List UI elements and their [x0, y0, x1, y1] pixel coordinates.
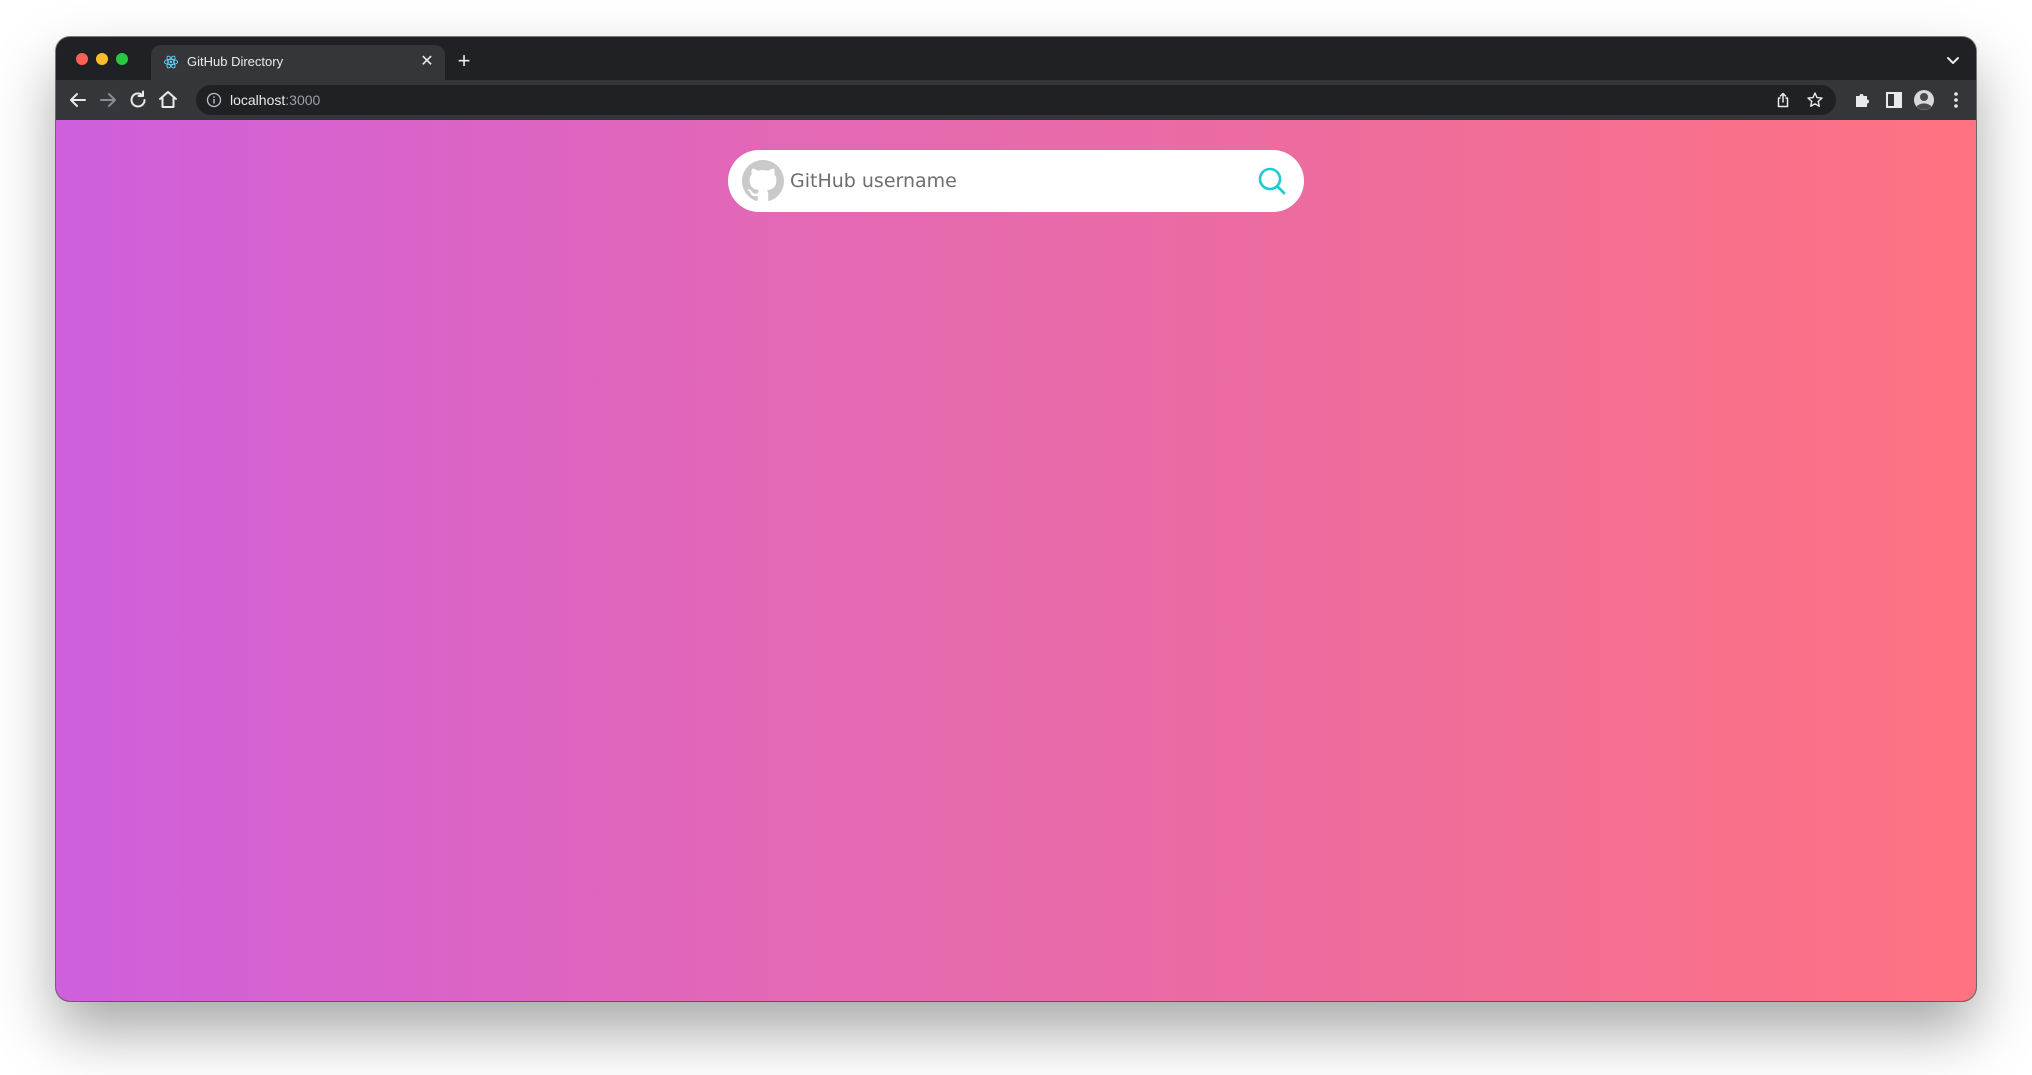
reload-icon[interactable] — [126, 88, 150, 112]
puzzle-icon[interactable] — [1850, 88, 1874, 112]
avatar-icon[interactable] — [1912, 88, 1936, 112]
search-icon[interactable] — [1256, 165, 1288, 197]
star-icon[interactable] — [1806, 91, 1824, 109]
tab-github-directory[interactable]: GitHub Directory ✕ — [151, 45, 445, 80]
home-icon[interactable] — [156, 88, 180, 112]
info-icon[interactable] — [206, 92, 222, 108]
share-icon[interactable] — [1774, 91, 1792, 109]
plus-icon[interactable]: + — [452, 50, 476, 74]
react-icon — [163, 55, 179, 69]
github-username-input[interactable] — [790, 150, 1230, 212]
chevron-down-icon[interactable] — [1944, 51, 1962, 69]
url-port: :3000 — [285, 92, 321, 108]
forward-arrow-icon[interactable] — [96, 88, 120, 112]
kebab-menu-icon[interactable] — [1944, 88, 1968, 112]
maximize-window-button[interactable] — [116, 53, 128, 65]
url-text[interactable]: localhost:3000 — [230, 92, 320, 108]
browser-window: GitHub Directory ✕ + localhost:3000 GitH… — [56, 37, 1976, 1001]
url-host: localhost — [230, 92, 286, 108]
minimize-window-button[interactable] — [96, 53, 108, 65]
github-icon — [742, 160, 784, 201]
tab-title: GitHub Directory — [187, 54, 284, 69]
back-arrow-icon[interactable] — [66, 88, 90, 112]
tab-strip: GitHub Directory ✕ + — [56, 37, 1976, 80]
browser-toolbar: localhost:3000 — [56, 80, 1976, 120]
close-icon[interactable]: ✕ — [417, 52, 437, 72]
close-window-button[interactable] — [76, 53, 88, 65]
search-bar — [728, 150, 1304, 212]
page-content — [56, 120, 1976, 1001]
side-panel-icon[interactable] — [1882, 88, 1906, 112]
address-bar[interactable]: localhost:3000 — [196, 85, 1836, 115]
